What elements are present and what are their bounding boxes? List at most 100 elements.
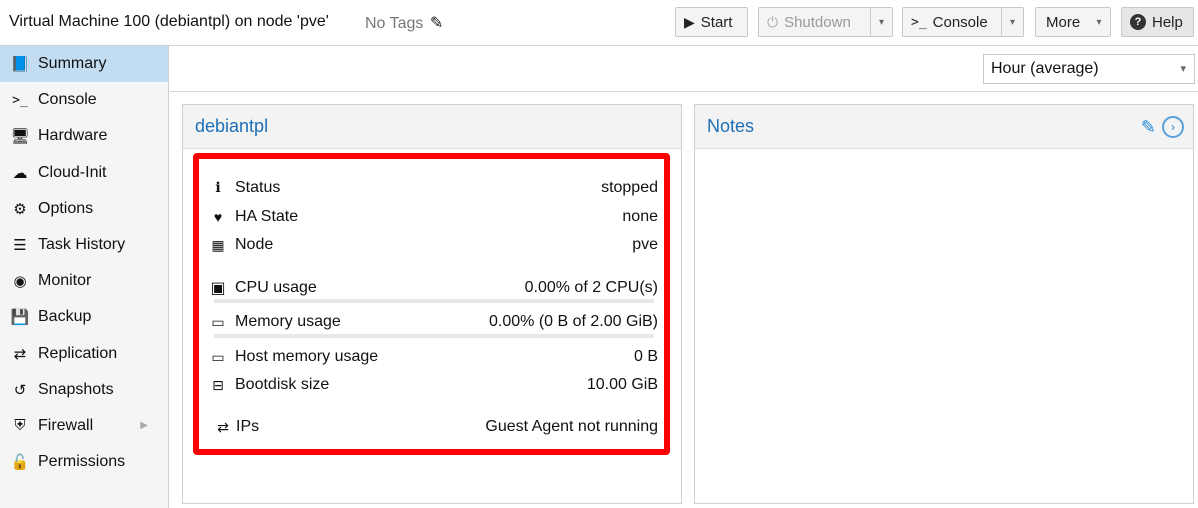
sidebar-item-label: Hardware [38,127,108,145]
memory-icon: ▭ [211,348,225,365]
ips-value: Guest Agent not running [485,418,658,435]
ha-state-row: ♥ HA State none [209,208,658,226]
highlight-box [193,153,670,455]
terminal-icon: >_ [911,14,927,30]
cloud-icon: ☁ [12,164,28,182]
sidebar-item-console[interactable]: >_ Console [0,82,168,118]
start-button[interactable]: ▶ Start [675,7,748,37]
tags-label: No Tags [365,15,424,32]
gear-icon: ⚙ [13,200,27,218]
hdd-icon: ⊟ [212,376,224,393]
chevron-right-icon[interactable]: › [1162,116,1184,138]
sidebar: 📘 Summary >_ Console 🖥 Hardware ☁ Cloud-… [0,46,169,508]
floppy-icon: 💾 [10,309,30,327]
help-label: Help [1152,13,1183,31]
help-button[interactable]: ? Help [1121,7,1194,37]
tags-editor[interactable]: No Tags ✎ [365,13,443,33]
sidebar-item-task-history[interactable]: ☰ Task History [0,227,168,263]
edit-icon[interactable]: ✎ [1141,117,1156,138]
heartbeat-icon: ♥ [213,209,223,225]
host-memory-row: ▭ Host memory usage 0 B [209,348,658,366]
cpu-value: 0.00% of 2 CPU(s) [524,279,658,296]
chevron-right-icon: ▶ [140,420,148,432]
memory-usage-bar [214,334,654,338]
sidebar-item-replication[interactable]: ⇄ Replication [0,336,168,372]
memory-icon: ▭ [211,313,225,330]
sidebar-item-label: Replication [38,344,118,362]
shutdown-label: Shutdown [784,13,851,31]
more-label: More [1046,13,1081,31]
shutdown-button[interactable]: ⏻ Shutdown ▾ [758,7,893,37]
sidebar-item-label: Task History [38,236,126,254]
exchange-icon: ⇄ [217,418,229,435]
chevron-down-icon[interactable]: ▾ [1001,8,1023,36]
page-title: Virtual Machine 100 (debiantpl) on node … [9,13,329,30]
book-icon: 📘 [10,56,30,74]
summary-panel-header: debiantpl [183,105,681,149]
sidebar-item-cloud-init[interactable]: ☁ Cloud-Init [0,155,168,191]
ips-row: ⇄ IPs Guest Agent not running [214,418,658,436]
sidebar-item-hardware[interactable]: 🖥 Hardware [0,118,168,154]
building-icon: ▦ [211,236,225,253]
shield-icon: ⛨ [14,417,26,435]
ips-label: IPs [236,418,260,435]
notes-panel-header: Notes ✎ › [695,105,1193,149]
eye-icon: ◉ [13,273,27,291]
ha-state-value: none [622,208,658,225]
pencil-icon[interactable]: ✎ [430,15,443,32]
sidebar-item-label: Permissions [38,453,126,471]
memory-row: ▭ Memory usage 0.00% (0 B of 2.00 GiB) [209,313,658,331]
timeframe-value: Hour (average) [991,60,1099,77]
ha-state-label: HA State [235,208,299,225]
sidebar-item-snapshots[interactable]: ↺ Snapshots [0,372,168,408]
sidebar-item-label: Options [38,199,94,217]
status-row: i Status stopped [209,179,658,197]
cpu-icon: ▣ [210,280,226,297]
node-row: ▦ Node pve [209,236,658,254]
sidebar-item-backup[interactable]: 💾 Backup [0,299,168,335]
question-icon: ? [1130,14,1146,30]
bootdisk-value: 10.00 GiB [586,376,658,393]
chevron-down-icon[interactable]: ▾ [870,8,892,36]
power-icon: ⏻ [767,13,779,30]
top-toolbar: Virtual Machine 100 (debiantpl) on node … [0,0,1198,46]
memory-value: 0.00% (0 B of 2.00 GiB) [489,313,658,330]
node-value: pve [632,236,658,253]
notes-panel: Notes ✎ › [694,104,1194,504]
notes-tools: ✎ › [1141,116,1184,138]
sidebar-item-summary[interactable]: 📘 Summary [0,46,168,83]
sidebar-item-label: Console [38,91,97,109]
sidebar-item-label: Monitor [38,272,92,290]
status-label: Status [235,179,281,196]
console-button[interactable]: >_ Console ▾ [902,7,1024,37]
bootdisk-row: ⊟ Bootdisk size 10.00 GiB [209,376,658,394]
sidebar-item-options[interactable]: ⚙ Options [0,191,168,227]
timeframe-select[interactable]: Hour (average) ▾ [983,54,1195,84]
sidebar-item-permissions[interactable]: 🔓 Permissions [0,444,168,480]
list-icon: ☰ [13,237,27,255]
chevron-down-icon[interactable]: ▾ [1180,62,1186,75]
sidebar-item-label: Firewall [38,416,94,434]
unlock-icon: 🔓 [10,454,30,472]
sidebar-item-label: Cloud-Init [38,163,107,181]
cpu-label: CPU usage [235,279,317,296]
chevron-down-icon: ▾ [1096,16,1102,28]
start-label: Start [700,13,733,31]
sidebar-item-label: Summary [38,55,107,73]
cpu-usage-bar [214,299,654,303]
content-toolbar: Hour (average) ▾ [170,46,1198,92]
retweet-icon: ⇄ [13,345,27,363]
sidebar-item-label: Backup [38,308,92,326]
sidebar-item-label: Snapshots [38,380,114,398]
status-value: stopped [601,179,658,196]
sidebar-item-firewall[interactable]: ⛨ Firewall ▶ [0,408,168,444]
more-button[interactable]: More ▾ [1035,7,1111,37]
summary-panel: debiantpl i Status stopped ♥ HA State no… [182,104,682,504]
node-label: Node [235,236,274,253]
vm-name-title: debiantpl [195,116,269,136]
monitor-icon: 🖥 [10,128,30,146]
memory-label: Memory usage [235,313,341,330]
sidebar-item-monitor[interactable]: ◉ Monitor [0,263,168,299]
console-label: Console [932,13,988,31]
notes-title: Notes [707,116,755,136]
